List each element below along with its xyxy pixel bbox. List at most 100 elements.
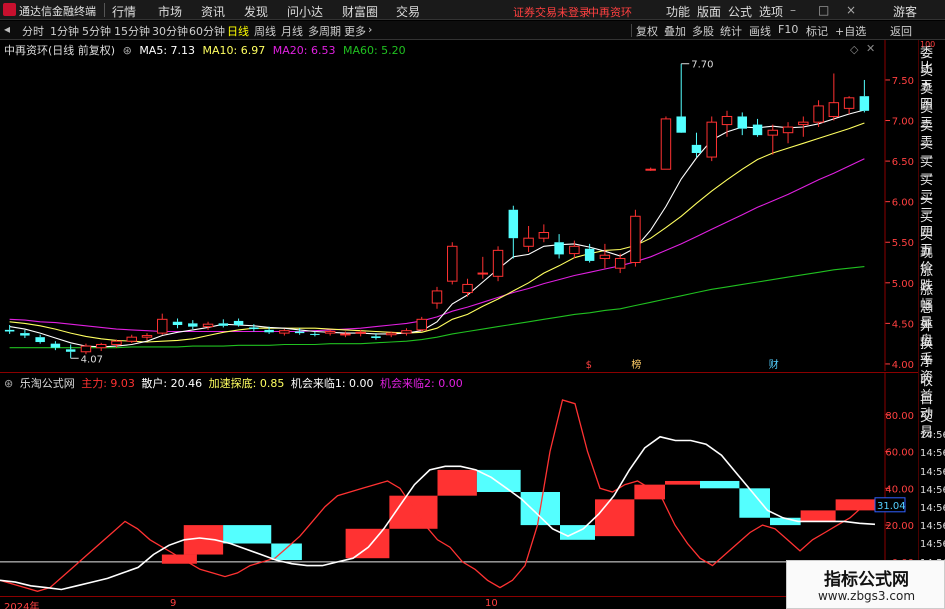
toolbar-separator [631, 24, 632, 37]
menu-faxian[interactable]: 发现 [244, 3, 268, 20]
menu-wenxiaoda[interactable]: 问小达 [287, 3, 323, 20]
candle-body-up [462, 283, 473, 294]
candle-body-up [340, 333, 351, 336]
time-label-sep: 9 [170, 598, 177, 609]
period-fenshi[interactable]: 分时 [22, 23, 44, 39]
settings-icon[interactable]: ⊛ [123, 44, 132, 57]
candle-body-up [782, 126, 794, 134]
menu-bar: 通达信金融终端 行情 市场 资讯 发现 问小达 财富圈 交易 证券交易未登录 中… [0, 0, 945, 20]
collapse-arrow-icon[interactable]: ◂ [4, 22, 10, 36]
period-60min[interactable]: 60分钟 [189, 23, 225, 39]
candle-body-up [813, 105, 824, 123]
menu-caifuquan[interactable]: 财富圈 [342, 3, 378, 20]
tool-add-watchlist[interactable]: +自选 [835, 23, 866, 39]
candle-body-down [508, 209, 519, 239]
panel-close-icon[interactable]: ✕ [866, 42, 875, 55]
stair-block [739, 488, 770, 518]
period-30min[interactable]: 30分钟 [152, 23, 188, 39]
period-15min[interactable]: 15分钟 [114, 23, 150, 39]
menu-banmian[interactable]: 版面 [697, 3, 721, 20]
candle-body-up [660, 118, 672, 170]
jihui1-label: 机会来临1: 0.00 [290, 377, 374, 390]
candle-body-down [249, 327, 259, 330]
tool-huaxian[interactable]: 画线 [749, 23, 771, 39]
menu-gongshi[interactable]: 公式 [728, 3, 752, 20]
period-5min[interactable]: 5分钟 [82, 23, 111, 39]
stair-block [835, 499, 875, 511]
tool-biaoji[interactable]: 标记 [806, 23, 828, 39]
candle-body-up [416, 318, 427, 331]
tool-duogu[interactable]: 多股 [692, 23, 714, 39]
menu-zixun[interactable]: 资讯 [201, 3, 225, 20]
panel-diamond-icon[interactable]: ◇ [850, 43, 858, 56]
stair-block [700, 480, 740, 489]
more-chevron-icon[interactable]: › [368, 23, 372, 36]
ma20-label: MA20: 6.53 [272, 44, 336, 57]
price-chart-panel[interactable]: 7.50 7.00 6.50 6.00 5.50 5.00 4.50 4.00 7.70 4.07… [0, 40, 918, 371]
candle-body-up [385, 332, 397, 336]
event-mark: 榜 [631, 358, 641, 371]
ind-y-tick-label: 60.00 [885, 448, 914, 459]
tool-back[interactable]: 返回 [890, 23, 912, 39]
candle-body-up [630, 215, 641, 264]
side-panel-item: 14:56 [920, 466, 945, 478]
candle-body-down [218, 323, 229, 326]
stair-block [437, 469, 477, 496]
guest-user[interactable]: 游客 [893, 3, 917, 20]
stair-block [595, 499, 635, 537]
period-weekly[interactable]: 周线 [254, 23, 276, 39]
candle-body-down [676, 116, 686, 133]
menu-shichang[interactable]: 市场 [158, 3, 182, 20]
y-tick-label: 7.00 [892, 117, 914, 128]
indicator-name: 乐淘公式网 [19, 377, 75, 390]
side-panel-item: 14:56 [920, 430, 945, 442]
stair-block [389, 495, 438, 529]
period-1min[interactable]: 1分钟 [50, 23, 79, 39]
minimize-icon[interactable]: – [790, 3, 796, 17]
quote-side-panel: 100 委比 卖五 卖四 卖三 卖二 卖一 买一 买二 买三 买四 买五 现价 涨跌 涨幅 总量 外盘 换手 净资收… [918, 40, 945, 609]
candle-body-down [691, 144, 702, 153]
candle-body-up [538, 232, 550, 239]
candlestick-chart[interactable]: 7.50 7.00 6.50 6.00 5.50 5.00 4.50 4.00 7.70 4.07… [0, 40, 918, 371]
period-toolbar: ◂ 分时 1分钟 5分钟 15分钟 30分钟 60分钟 日线 周线 月线 多周期… [0, 21, 945, 40]
candle-body-down [371, 336, 381, 338]
ind-y-tick-label: 80.00 [885, 411, 914, 422]
high-mark-label: 7.70 [691, 60, 713, 71]
period-multi[interactable]: 多周期 [308, 23, 341, 39]
side-panel-item: 14:56 [920, 484, 945, 496]
jihui2-label: 机会来临2: 0.00 [380, 377, 463, 390]
menu-gongneng[interactable]: 功能 [666, 3, 690, 20]
indicator-chart[interactable]: 80.0060.0040.0020.000.0031.04 [0, 373, 918, 597]
candle-body-up [599, 254, 611, 259]
indicator-settings-icon[interactable]: ⊛ [4, 377, 13, 390]
y-tick-label: 4.00 [892, 360, 914, 371]
candle-body-up [141, 335, 153, 338]
menu-hangqing[interactable]: 行情 [112, 3, 136, 20]
close-icon[interactable]: × [846, 3, 856, 17]
time-label-year: 2024年 [4, 602, 40, 609]
side-panel-item: 14:56 [920, 521, 945, 533]
period-monthly[interactable]: 月线 [281, 23, 303, 39]
trade-login-warning[interactable]: 证券交易未登录 [513, 4, 590, 20]
period-more[interactable]: 更多 [344, 23, 366, 39]
menu-jiaoyi[interactable]: 交易 [396, 3, 420, 20]
menu-xuanxiang[interactable]: 选项 [759, 3, 783, 20]
time-axis: 2024年 9 10 [0, 596, 918, 609]
candle-body-up [645, 168, 656, 171]
indicator-panel[interactable]: 80.0060.0040.0020.000.0031.04 ⊛ 乐淘公式网 主力… [0, 372, 918, 597]
event-mark: 财 [769, 358, 779, 371]
stair-block [161, 554, 197, 564]
period-daily[interactable]: 日线 [227, 23, 249, 39]
candle-body-up [614, 257, 626, 269]
site-watermark: 指标公式网 www.zbgs3.com [786, 560, 945, 609]
tool-fuquan[interactable]: 复权 [636, 23, 658, 39]
sanhu-label: 散户: 20.46 [141, 377, 203, 390]
side-panel-item: 14:56 [920, 539, 945, 551]
tool-diejia[interactable]: 叠加 [664, 23, 686, 39]
app-logo-icon [3, 3, 16, 16]
time-label-oct: 10 [485, 598, 498, 609]
tool-tongji[interactable]: 统计 [720, 23, 742, 39]
candle-body-up [523, 237, 534, 247]
maximize-icon[interactable]: □ [818, 3, 829, 17]
tool-f10[interactable]: F10 [778, 23, 798, 36]
